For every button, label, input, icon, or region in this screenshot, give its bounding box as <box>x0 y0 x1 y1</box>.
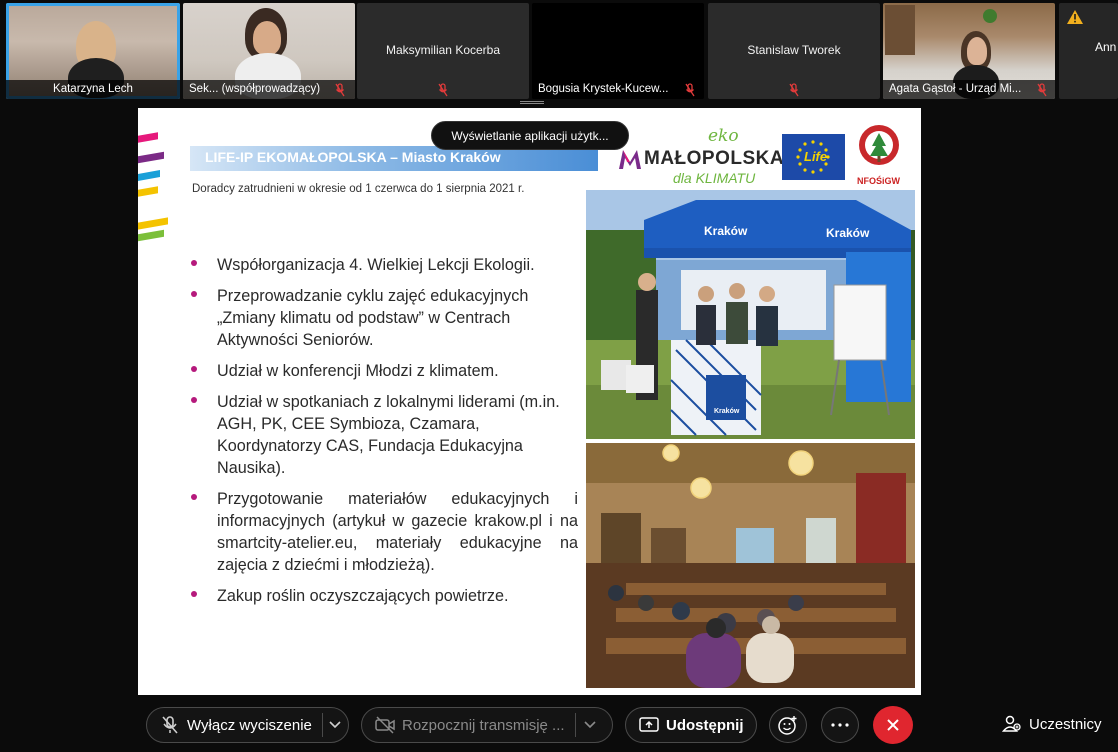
participant-tile-stanislaw-tworek[interactable]: Stanislaw Tworek <box>708 3 880 99</box>
booth-text: Kraków <box>714 408 740 415</box>
nfosigw-logo: NFOŚiGW <box>854 124 904 186</box>
bullet-item: Przygotowanie materiałów edukacyjnych i … <box>188 488 578 576</box>
participant-name: Ann <box>1095 40 1117 54</box>
chevron-down-icon[interactable] <box>576 721 604 729</box>
more-options-button[interactable] <box>821 707 859 743</box>
people-icon <box>1002 715 1021 732</box>
slide-subtitle: Doradcy zatrudnieni w okresie od 1 czerw… <box>192 183 525 195</box>
screen-share-tooltip: Wyświetlanie aplikacji użytk... <box>431 121 629 150</box>
nfosigw-emblem-icon <box>859 125 899 165</box>
participant-name: Maksymilian Kocerba <box>385 43 501 57</box>
tent-text: Kraków <box>704 224 748 238</box>
participant-strip: Katarzyna Lech Sek... (współprowadzący) … <box>0 0 1118 102</box>
participant-name: Agata Gąstoł - Urząd Mi... <box>883 80 1055 99</box>
unmute-button[interactable]: Wyłącz wyciszenie <box>146 707 349 743</box>
start-video-button[interactable]: Rozpocznij transmisję ... <box>361 707 613 743</box>
unmute-label: Wyłącz wyciszenie <box>187 716 312 734</box>
bullet-item: Udział w konferencji Młodzi z klimatem. <box>188 360 578 382</box>
participant-name: Sek... (współprowadzący) <box>183 80 355 99</box>
muted-mic-icon <box>685 83 695 97</box>
eu-life-logo: Life <box>782 134 845 180</box>
participant-name: Bogusia Krystek-Kucew... <box>532 80 704 99</box>
malopolska-logo: eko MAŁOPOLSKA dla KLIMATU <box>618 126 784 188</box>
meeting-toolbar: Wyłącz wyciszenie Rozpocznij transmisję … <box>0 698 1118 752</box>
photo-conference-hall <box>586 443 915 688</box>
muted-mic-icon <box>438 83 448 97</box>
close-icon <box>887 719 899 731</box>
slide-title: LIFE-IP EKOMAŁOPOLSKA – Miasto Kraków <box>205 149 501 165</box>
share-button[interactable]: Udostępnij <box>625 707 757 743</box>
start-video-label: Rozpocznij transmisję ... <box>402 716 565 734</box>
share-label: Udostępnij <box>666 716 744 734</box>
participant-tile-bogusia-krystek[interactable]: Bogusia Krystek-Kucew... <box>532 3 704 99</box>
participant-tile-katarzyna-lech[interactable]: Katarzyna Lech <box>6 3 180 99</box>
participants-button[interactable]: Uczestnicy <box>1002 714 1102 734</box>
bullet-item: Zakup roślin oczyszczających powietrze. <box>188 585 578 607</box>
video-off-icon <box>374 715 396 735</box>
bullet-item: Przeprowadzanie cyklu zajęć edukacyjnych… <box>188 285 578 351</box>
decor-stripe <box>138 132 158 143</box>
participants-label: Uczestnicy <box>1029 715 1102 733</box>
muted-mic-icon <box>159 715 181 735</box>
share-screen-icon <box>638 715 660 735</box>
photo-outdoor-stand: Kraków Kraków Kraków <box>586 190 915 439</box>
slide-bullet-list: Współorganizacja 4. Wielkiej Lekcji Ekol… <box>188 254 578 616</box>
muted-mic-icon <box>1037 83 1047 97</box>
shared-screen-slide: LIFE-IP EKOMAŁOPOLSKA – Miasto Kraków Do… <box>138 108 921 695</box>
more-icon <box>831 723 849 727</box>
chevron-down-icon[interactable] <box>323 721 348 729</box>
leave-meeting-button[interactable] <box>873 706 913 744</box>
bullet-item: Udział w spotkaniach z lokalnymi lideram… <box>188 391 578 479</box>
warning-icon[interactable] <box>1066 9 1084 25</box>
muted-mic-icon <box>789 83 799 97</box>
emoji-icon <box>778 716 797 735</box>
tent-text: Kraków <box>826 226 870 240</box>
resize-handle[interactable] <box>520 101 544 104</box>
participant-tile-maksymilian-kocerba[interactable]: Maksymilian Kocerba <box>357 3 529 99</box>
muted-mic-icon <box>335 83 345 97</box>
participant-name: Katarzyna Lech <box>6 80 180 99</box>
participant-name: Stanislaw Tworek <box>747 43 841 57</box>
reactions-button[interactable] <box>769 707 807 743</box>
participant-tile-agata-gastol[interactable]: Agata Gąstoł - Urząd Mi... <box>883 3 1055 99</box>
participant-tile-cohost[interactable]: Sek... (współprowadzący) <box>183 3 355 99</box>
malopolska-mark-icon <box>619 150 641 169</box>
bullet-item: Współorganizacja 4. Wielkiej Lekcji Ekol… <box>188 254 578 276</box>
